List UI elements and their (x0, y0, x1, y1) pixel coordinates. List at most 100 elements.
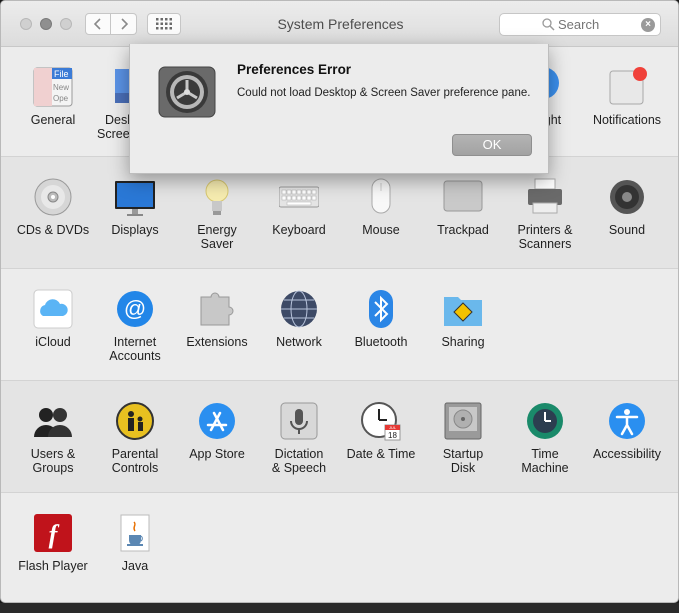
pref-label: Dictation (274, 447, 324, 461)
display-icon (115, 177, 155, 217)
pref-label: Flash Player (18, 559, 88, 573)
pref-displays[interactable]: Displays (94, 177, 176, 237)
pref-label: App Store (189, 447, 245, 461)
pref-label: Date & Time (346, 447, 416, 461)
pref-network[interactable]: Network (258, 289, 340, 349)
pref-date-time[interactable]: JUL 18 Date & Time (340, 401, 422, 461)
accessibility-icon (607, 401, 647, 441)
icloud-icon (33, 289, 73, 329)
pref-internet-accounts[interactable]: @ Internet Accounts (94, 289, 176, 363)
pref-dictation-speech[interactable]: Dictation & Speech (258, 401, 340, 475)
pref-label: Machine (521, 461, 569, 475)
system-preferences-gear-icon (158, 66, 216, 118)
pref-label: Disk (450, 461, 476, 475)
pref-label: CDs & DVDs (16, 223, 90, 237)
svg-text:New: New (53, 83, 69, 92)
pref-label: Sharing (441, 335, 485, 349)
puzzle-icon (197, 289, 237, 329)
system-preferences-window: System Preferences × File New Ope Genera… (0, 0, 679, 603)
pref-label: Groups (32, 461, 74, 475)
printer-icon (525, 177, 565, 217)
pref-label: Mouse (362, 223, 400, 237)
search-icon (542, 18, 555, 31)
pref-notifications[interactable]: Notifications (586, 67, 668, 127)
pref-sound[interactable]: Sound (586, 177, 668, 237)
ok-button[interactable]: OK (452, 134, 532, 156)
pref-bluetooth[interactable]: Bluetooth (340, 289, 422, 349)
pref-extensions[interactable]: Extensions (176, 289, 258, 349)
pref-label: Saver (200, 237, 234, 251)
pref-label: Network (276, 335, 322, 349)
pref-label: Trackpad (437, 223, 489, 237)
internet-section: iCloud @ Internet Accounts Extensions Ne… (1, 269, 678, 381)
pref-label: Users & (30, 447, 76, 461)
app-store-icon (197, 401, 237, 441)
pref-label: Notifications (592, 113, 662, 127)
pref-label: Internet (113, 335, 157, 349)
pref-energy-saver[interactable]: Energy Saver (176, 177, 258, 251)
pref-mouse[interactable]: Mouse (340, 177, 422, 237)
disk-icon (443, 401, 483, 441)
pref-label: iCloud (35, 335, 71, 349)
java-icon (115, 513, 155, 553)
other-section: f Flash Player Java (1, 493, 678, 602)
pref-label: Bluetooth (354, 335, 408, 349)
pref-label: & Speech (271, 461, 327, 475)
dialog-title: Preferences Error (237, 62, 352, 77)
pref-sharing[interactable]: Sharing (422, 289, 504, 349)
keyboard-icon (278, 177, 320, 217)
microphone-icon (279, 401, 319, 441)
search-input[interactable] (558, 17, 638, 32)
time-machine-icon (525, 401, 565, 441)
desktop-icon (115, 67, 129, 107)
pref-desktop-screen-saver[interactable]: Desk Scree (87, 67, 133, 141)
pref-label: Scree (97, 127, 130, 141)
pref-icloud[interactable]: iCloud (12, 289, 94, 349)
pref-cds-dvds[interactable]: CDs & DVDs (12, 177, 94, 237)
dialog-message: Could not load Desktop & Screen Saver pr… (237, 87, 531, 99)
general-icon: File New Ope (33, 67, 73, 107)
mouse-icon (361, 177, 401, 217)
trackpad-icon (443, 177, 483, 217)
parental-icon (115, 401, 155, 441)
pref-label: Scanners (518, 237, 572, 251)
pref-label: Accounts (109, 349, 161, 363)
pref-keyboard[interactable]: Keyboard (258, 177, 340, 237)
globe-icon (279, 289, 319, 329)
pref-printers-scanners[interactable]: Printers & Scanners (504, 177, 586, 251)
pref-general[interactable]: File New Ope General (12, 67, 94, 127)
pref-label: Parental (111, 447, 159, 461)
svg-text:18: 18 (388, 431, 397, 440)
preferences-error-dialog: Preferences Error Could not load Desktop… (129, 44, 549, 174)
pref-app-store[interactable]: App Store (176, 401, 258, 461)
svg-text:Ope: Ope (53, 94, 69, 103)
at-sign-icon: @ (115, 289, 155, 329)
cd-icon (33, 177, 73, 217)
pref-trackpad[interactable]: Trackpad (422, 177, 504, 237)
bluetooth-icon (361, 289, 401, 329)
pref-parental-controls[interactable]: Parental Controls (94, 401, 176, 475)
pref-time-machine[interactable]: Time Machine (504, 401, 586, 475)
pref-label: Java (121, 559, 149, 573)
pref-java[interactable]: Java (94, 513, 176, 573)
title-bar: System Preferences × (1, 1, 678, 47)
clock-icon: JUL 18 (361, 401, 401, 441)
users-icon (33, 401, 73, 441)
pref-label: Printers & (517, 223, 573, 237)
pref-users-groups[interactable]: Users & Groups (12, 401, 94, 475)
pref-label: Keyboard (272, 223, 326, 237)
pref-label: Energy (197, 223, 237, 237)
pref-label: Controls (111, 461, 159, 475)
clear-search-icon[interactable]: × (641, 18, 655, 32)
pref-label: Sound (608, 223, 646, 237)
search-field[interactable]: × (499, 13, 661, 36)
pref-label: General (30, 113, 76, 127)
sharing-folder-icon (443, 289, 483, 329)
svg-text:JUL: JUL (389, 425, 397, 430)
notifications-icon (607, 67, 647, 107)
pref-accessibility[interactable]: Accessibility (586, 401, 668, 461)
pref-label: Displays (111, 223, 159, 237)
pref-flash-player[interactable]: f Flash Player (12, 513, 94, 573)
lightbulb-icon (197, 177, 237, 217)
pref-startup-disk[interactable]: Startup Disk (422, 401, 504, 475)
